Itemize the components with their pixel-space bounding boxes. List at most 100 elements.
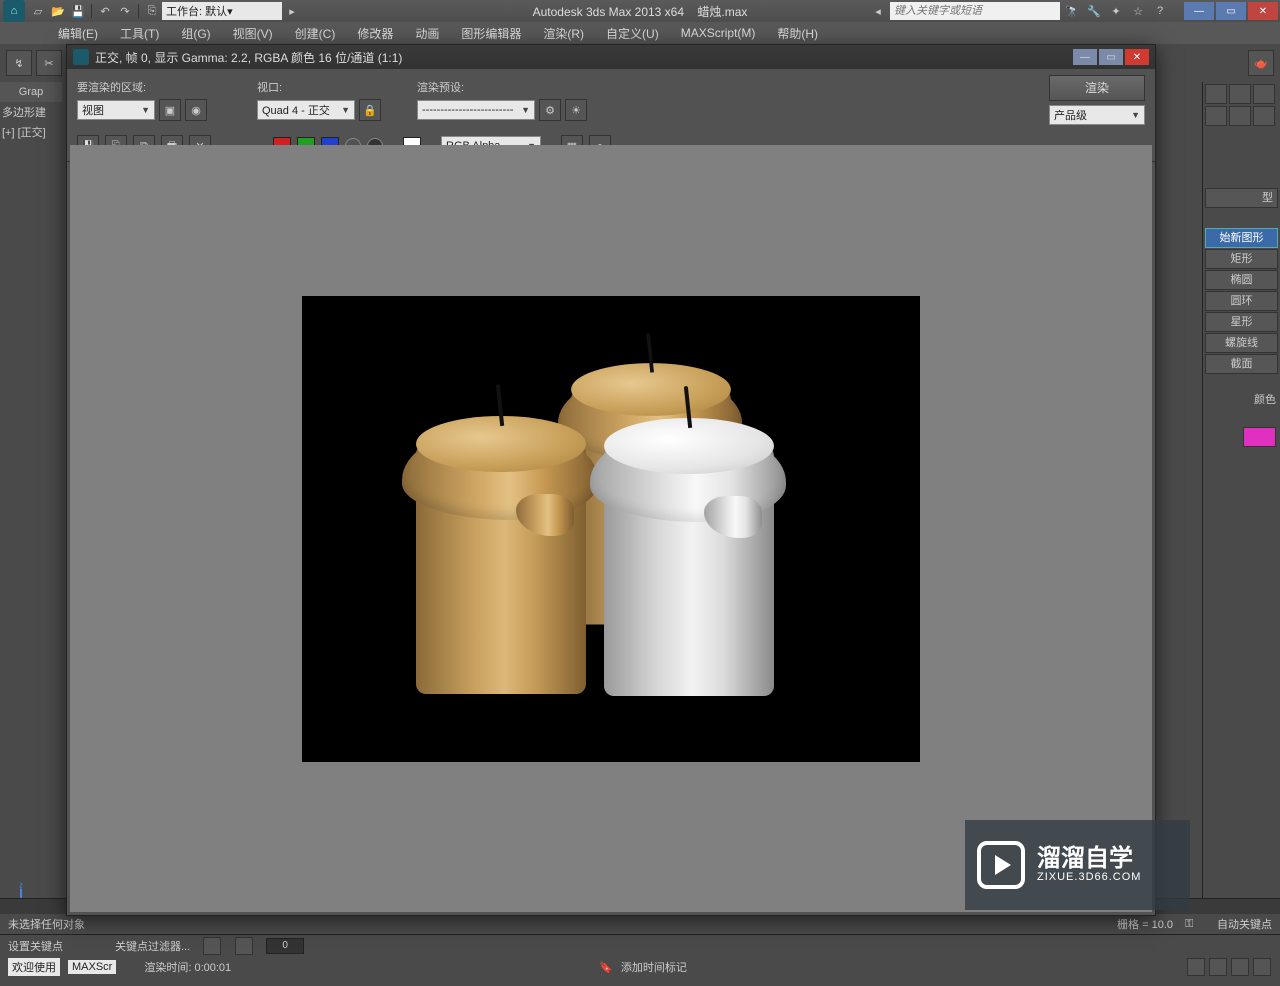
undo-icon[interactable]: ↶ bbox=[96, 2, 114, 20]
shape-section[interactable]: 截面 bbox=[1205, 354, 1278, 374]
menu-modifiers[interactable]: 修改器 bbox=[349, 23, 401, 44]
favorite-icon[interactable]: ☆ bbox=[1129, 2, 1147, 20]
watermark-play-icon bbox=[977, 841, 1025, 889]
key-icon[interactable]: ⚿ bbox=[1185, 918, 1205, 931]
tag-icon[interactable]: 🔖 bbox=[599, 961, 613, 974]
left-panel-header: Grap bbox=[0, 82, 62, 102]
status-row-upper: 未选择任何对象 栅格 = 10.0 ⚿ 自动关键点 bbox=[0, 914, 1280, 934]
redo-icon[interactable]: ↷ bbox=[116, 2, 134, 20]
menu-help[interactable]: 帮助(H) bbox=[769, 23, 826, 44]
unlink-icon[interactable]: ✂ bbox=[36, 50, 62, 76]
menu-animation[interactable]: 动画 bbox=[407, 23, 447, 44]
left-panel-mode[interactable]: 多边形建 bbox=[0, 102, 62, 122]
color-label: 颜色 bbox=[1203, 391, 1280, 407]
window-close-button[interactable]: ✕ bbox=[1248, 2, 1278, 20]
shape-rectangle[interactable]: 矩形 bbox=[1205, 249, 1278, 269]
object-type-list: 型 始新图形 矩形 椭圆 圆环 星形 螺旋线 截面 颜色 bbox=[1203, 188, 1280, 447]
lock-icon[interactable]: 🔒 bbox=[359, 99, 381, 121]
help-icon[interactable]: ? bbox=[1151, 2, 1169, 20]
candle-front-brown bbox=[416, 444, 586, 694]
menu-customize[interactable]: 自定义(U) bbox=[598, 23, 667, 44]
menu-render[interactable]: 渲染(R) bbox=[535, 23, 592, 44]
save-icon[interactable]: 💾 bbox=[69, 2, 87, 20]
status-row-lower: 设置关键点 关键点过滤器... 0 bbox=[0, 934, 1280, 956]
preset-dropdown[interactable]: ------------------------- bbox=[417, 100, 535, 120]
render-window-minimize-button[interactable]: — bbox=[1073, 49, 1097, 65]
render-time-label: 渲染时间: 0:00:01 bbox=[144, 959, 231, 975]
viewport-label[interactable]: [+] [正交] bbox=[0, 122, 62, 142]
utility-tab-icon[interactable] bbox=[1253, 106, 1275, 126]
star-icon[interactable]: ✦ bbox=[1107, 2, 1125, 20]
wrench-icon[interactable]: 🔧 bbox=[1085, 2, 1103, 20]
left-panel: Grap 多边形建 [+] [正交] z x bbox=[0, 82, 62, 934]
new-icon[interactable]: ▱ bbox=[29, 2, 47, 20]
open-icon[interactable]: 📂 bbox=[49, 2, 67, 20]
app-titlebar: ⌂ ▱ 📂 💾 ↶ ↷ ⎘ 工作台: 默认 ▾ ▸ Autodesk 3ds M… bbox=[0, 0, 1280, 22]
environment-icon[interactable]: ☀ bbox=[565, 99, 587, 121]
preset-label: 渲染预设: bbox=[417, 79, 607, 95]
welcome-label: 欢迎使用 bbox=[8, 958, 60, 976]
render-window-close-button[interactable]: ✕ bbox=[1125, 49, 1149, 65]
viewport-label: 视口: bbox=[257, 79, 407, 95]
search-prev-icon[interactable]: ◂ bbox=[869, 2, 887, 20]
teapot-render-icon[interactable]: 🫖 bbox=[1248, 50, 1274, 76]
object-color-swatch[interactable] bbox=[1243, 427, 1276, 447]
play-start-icon[interactable] bbox=[203, 937, 221, 955]
main-menu: 编辑(E) 工具(T) 组(G) 视图(V) 创建(C) 修改器 动画 图形编辑… bbox=[0, 22, 1280, 44]
menu-create[interactable]: 创建(C) bbox=[287, 23, 344, 44]
object-type-header: 型 bbox=[1205, 188, 1278, 208]
keyfilter-button[interactable]: 关键点过滤器... bbox=[115, 938, 190, 954]
frame-spinner[interactable]: 0 bbox=[266, 938, 304, 954]
window-maximize-button[interactable]: ▭ bbox=[1216, 2, 1246, 20]
render-window-titlebar[interactable]: 正交, 帧 0, 显示 Gamma: 2.2, RGBA 颜色 16 位/通道 … bbox=[67, 45, 1155, 69]
shape-helix[interactable]: 螺旋线 bbox=[1205, 333, 1278, 353]
nav-zoom-icon[interactable] bbox=[1209, 958, 1227, 976]
shape-star[interactable]: 星形 bbox=[1205, 312, 1278, 332]
search-input[interactable] bbox=[890, 2, 1060, 20]
modify-tab-icon[interactable] bbox=[1229, 84, 1251, 104]
watermark-brand: 溜溜自学 bbox=[1037, 847, 1141, 871]
selection-status: 未选择任何对象 bbox=[8, 916, 85, 932]
candle-front-white bbox=[604, 446, 774, 696]
menu-views[interactable]: 视图(V) bbox=[225, 23, 281, 44]
shape-donut[interactable]: 圆环 bbox=[1205, 291, 1278, 311]
select-link-icon[interactable]: ↯ bbox=[6, 50, 32, 76]
autokey-button[interactable]: 自动关键点 bbox=[1217, 916, 1272, 932]
maxscript-label[interactable]: MAXScr bbox=[68, 960, 116, 974]
link-icon[interactable]: ⎘ bbox=[143, 2, 161, 20]
status-bar: 欢迎使用 MAXScr 渲染时间: 0:00:01 🔖 添加时间标记 bbox=[0, 956, 1280, 978]
hierarchy-tab-icon[interactable] bbox=[1253, 84, 1275, 104]
menu-edit[interactable]: 编辑(E) bbox=[50, 23, 106, 44]
workspace-dropdown[interactable]: 工作台: 默认 ▾ bbox=[162, 2, 282, 20]
display-tab-icon[interactable] bbox=[1229, 106, 1251, 126]
create-tab-icon[interactable] bbox=[1205, 84, 1227, 104]
area-dropdown[interactable]: 视图 bbox=[77, 100, 155, 120]
render-output-image bbox=[302, 296, 920, 762]
render-canvas-area bbox=[70, 145, 1152, 912]
binoculars-icon[interactable]: 🔭 bbox=[1063, 2, 1081, 20]
add-time-tag-button[interactable]: 添加时间标记 bbox=[621, 959, 687, 975]
menu-tools[interactable]: 工具(T) bbox=[112, 23, 167, 44]
quality-dropdown[interactable]: 产品级 bbox=[1049, 105, 1145, 125]
setkey-button[interactable]: 设置关键点 bbox=[8, 938, 63, 954]
nav-pan-icon[interactable] bbox=[1187, 958, 1205, 976]
menu-maxscript[interactable]: MAXScript(M) bbox=[673, 24, 764, 42]
shape-ellipse[interactable]: 椭圆 bbox=[1205, 270, 1278, 290]
svg-text:z: z bbox=[19, 883, 23, 890]
region-edit-icon[interactable]: ▣ bbox=[159, 99, 181, 121]
window-minimize-button[interactable]: — bbox=[1184, 2, 1214, 20]
region-auto-icon[interactable]: ◉ bbox=[185, 99, 207, 121]
shape-startnew[interactable]: 始新图形 bbox=[1205, 228, 1278, 248]
viewport-dropdown[interactable]: Quad 4 - 正交 bbox=[257, 100, 355, 120]
menu-group[interactable]: 组(G) bbox=[173, 23, 218, 44]
render-setup-icon[interactable]: ⚙ bbox=[539, 99, 561, 121]
workspace-next-icon[interactable]: ▸ bbox=[283, 2, 301, 20]
render-window-maximize-button[interactable]: ▭ bbox=[1099, 49, 1123, 65]
play-prev-icon[interactable] bbox=[235, 937, 253, 955]
menu-graph[interactable]: 图形编辑器 bbox=[453, 23, 529, 44]
app-logo[interactable]: ⌂ bbox=[3, 0, 25, 22]
render-button[interactable]: 渲染 bbox=[1049, 75, 1145, 101]
nav-max-icon[interactable] bbox=[1253, 958, 1271, 976]
motion-tab-icon[interactable] bbox=[1205, 106, 1227, 126]
nav-orbit-icon[interactable] bbox=[1231, 958, 1249, 976]
